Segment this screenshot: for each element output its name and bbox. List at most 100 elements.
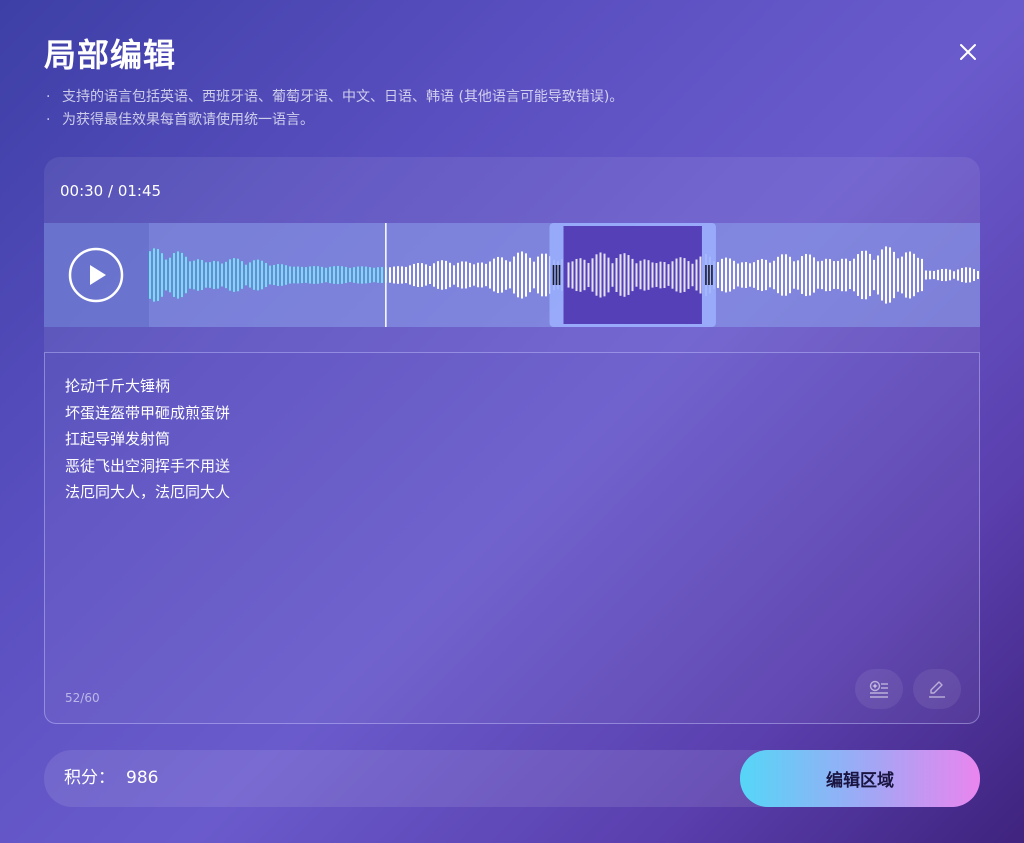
- handle-grip: [558, 265, 561, 285]
- waveform-bar: [889, 247, 891, 303]
- waveform-bar: [249, 262, 251, 288]
- waveform-bar: [857, 254, 859, 296]
- waveform-bar: [241, 261, 243, 289]
- waveform-bar: [969, 267, 971, 283]
- lyrics-editor[interactable]: 抡动千斤大锤柄 坏蛋连盔带甲砸成煎蛋饼 扛起导弹发射筒 恶徒飞出空洞挥手不用送 …: [44, 352, 980, 724]
- waveform-bar: [921, 258, 923, 292]
- waveform-bar: [941, 268, 943, 282]
- waveform-bar: [413, 263, 415, 287]
- selection-handle-left[interactable]: [552, 265, 561, 285]
- waveform-bar: [865, 250, 867, 300]
- waveform-bar: [777, 256, 779, 294]
- lyrics-line: 扛起导弹发射筒: [65, 430, 171, 448]
- selection-waveform-bar: [619, 254, 622, 296]
- waveform-bar: [433, 263, 435, 287]
- waveform-bar: [425, 264, 427, 286]
- waveform-bar: [913, 253, 915, 297]
- waveform-bar: [749, 263, 751, 287]
- waveform-strip[interactable]: [44, 223, 980, 327]
- waveform-bar: [337, 265, 339, 285]
- waveform-bar: [505, 260, 507, 290]
- waveform-bar: [217, 261, 219, 289]
- current-time: 00:30: [60, 182, 104, 200]
- lyrics-line: 法厄同大人，法厄同大人: [65, 483, 231, 501]
- waveform-bar: [365, 266, 367, 284]
- waveform-bar: [965, 267, 967, 283]
- waveform-bar: [501, 257, 503, 293]
- waveform-bar: [257, 259, 259, 291]
- waveform-bar: [797, 260, 799, 290]
- waveform-bar: [833, 261, 835, 289]
- waveform-bar: [429, 265, 431, 285]
- waveform-bar: [517, 252, 519, 298]
- waveform-bar: [465, 261, 467, 289]
- handle-grip: [555, 265, 558, 285]
- waveform-bar: [213, 260, 215, 290]
- selection-waveform-bar: [663, 262, 666, 288]
- waveform-bar: [937, 269, 939, 281]
- waveform-bar: [421, 263, 423, 287]
- info-notes: 支持的语言包括英语、西班牙语、葡萄牙语、中文、日语、韩语 (其他语言可能导致错误…: [46, 86, 623, 132]
- waveform-bar: [817, 261, 819, 289]
- waveform-bar: [729, 258, 731, 292]
- selection-waveform-bar: [587, 262, 590, 288]
- waveform-bar: [925, 270, 927, 280]
- waveform-bar: [813, 257, 815, 293]
- waveform-bar: [253, 260, 255, 290]
- waveform-bar: [805, 253, 807, 297]
- waveform-bar: [877, 255, 879, 295]
- add-list-icon: [869, 680, 888, 698]
- waveform-bar: [445, 260, 447, 290]
- waveform-bar: [309, 266, 311, 284]
- selection-handle-right[interactable]: [705, 265, 713, 285]
- waveform-bar: [153, 248, 155, 302]
- waveform-bar: [801, 256, 803, 294]
- waveform-bar: [721, 258, 723, 292]
- waveform-bar: [773, 260, 775, 290]
- selection-waveform-bar: [699, 256, 702, 294]
- lyrics-text[interactable]: 抡动千斤大锤柄 坏蛋连盔带甲砸成煎蛋饼 扛起导弹发射筒 恶徒飞出空洞挥手不用送 …: [65, 373, 230, 506]
- edit-pencil-icon: [929, 681, 945, 698]
- waveform-bar: [393, 266, 395, 284]
- handle-grip: [711, 265, 713, 285]
- edit-button[interactable]: [913, 669, 961, 709]
- selection-waveform-bar: [631, 258, 634, 292]
- waveform-bar: [201, 260, 203, 290]
- selection-waveform-bar: [623, 253, 626, 297]
- waveform-bar: [473, 264, 475, 286]
- waveform-bar: [469, 262, 471, 288]
- selection-waveform-bar: [675, 258, 678, 292]
- lyrics-line: 抡动千斤大锤柄: [65, 377, 171, 395]
- waveform-bar: [521, 251, 523, 299]
- waveform-bar: [881, 249, 883, 301]
- waveform-bar: [265, 262, 267, 288]
- waveform-bar: [453, 265, 455, 285]
- waveform-bar: [717, 262, 719, 288]
- close-button[interactable]: [952, 36, 984, 68]
- waveform-bar: [285, 265, 287, 285]
- waveform-bar: [321, 266, 323, 284]
- waveform-bar: [493, 258, 495, 292]
- selection-waveform-bar: [599, 252, 602, 298]
- selection-waveform-bar: [611, 263, 614, 287]
- edit-region-button[interactable]: 编辑区域: [740, 750, 980, 807]
- waveform-bar: [525, 253, 527, 297]
- waveform-bar: [917, 257, 919, 293]
- waveform-bar: [221, 263, 223, 287]
- waveform-bar: [369, 267, 371, 283]
- waveform-bar: [765, 259, 767, 291]
- waveform-bar: [977, 270, 979, 280]
- waveform-bar: [441, 260, 443, 290]
- waveform-bar: [389, 267, 391, 283]
- waveform-bar: [725, 257, 727, 293]
- waveform-bar: [481, 262, 483, 288]
- waveform-bar: [233, 258, 235, 292]
- waveform-bar: [745, 262, 747, 288]
- add-section-button[interactable]: [855, 669, 903, 709]
- waveform-bar: [897, 258, 899, 292]
- waveform[interactable]: [44, 223, 980, 327]
- close-icon: [960, 44, 976, 60]
- selection-waveform-bar: [579, 258, 582, 292]
- selection-waveform-bar: [695, 259, 698, 291]
- footer-bar: 积分： 986 编辑区域: [44, 750, 980, 807]
